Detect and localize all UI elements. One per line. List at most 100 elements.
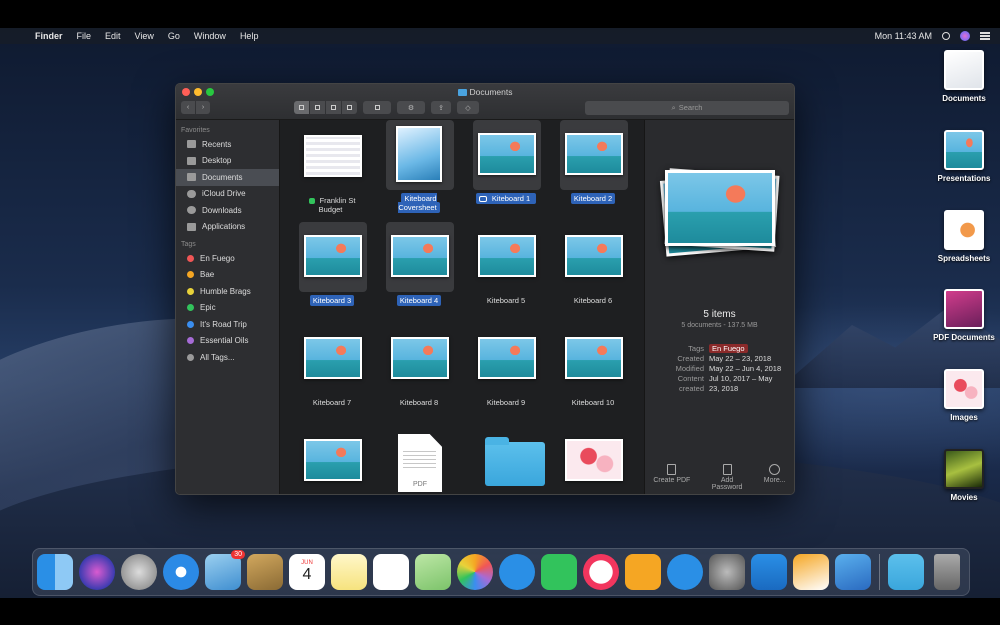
file-name: Kiteboard 1 — [488, 193, 534, 204]
photos-icon[interactable] — [457, 554, 493, 590]
icon-view-button[interactable] — [294, 101, 309, 114]
siri-icon[interactable] — [79, 554, 115, 590]
document-stack-icon — [944, 50, 984, 90]
search-field[interactable]: ⌕ Search — [585, 100, 789, 115]
file-item[interactable]: Franklin St Budget — [297, 122, 367, 218]
pdf-stack-icon — [944, 289, 984, 329]
menu-view[interactable]: View — [128, 31, 161, 41]
file-item[interactable]: Kiteboard 3 — [297, 222, 367, 318]
safari-icon[interactable] — [163, 554, 199, 590]
notes-icon[interactable] — [331, 554, 367, 590]
desktop-icon-documents[interactable]: Documents — [924, 50, 1000, 103]
file-item[interactable]: Kiteboard 5 — [471, 222, 541, 318]
forward-button[interactable]: › — [196, 101, 210, 114]
file-item[interactable]: PDF — [384, 426, 454, 494]
menu-window[interactable]: Window — [187, 31, 233, 41]
tag-button[interactable]: ◇ — [457, 101, 479, 114]
desktop-icon-pdf-documents[interactable]: PDF Documents — [924, 289, 1000, 342]
sidebar-tag-road-trip[interactable]: It's Road Trip — [176, 316, 279, 333]
sidebar-item-documents[interactable]: Documents — [176, 169, 279, 186]
maps-icon[interactable] — [415, 554, 451, 590]
column-view-button[interactable] — [326, 101, 341, 114]
messages-icon[interactable] — [499, 554, 535, 590]
file-item[interactable]: Kiteboard 4 — [384, 222, 454, 318]
sidebar-tag-essential-oils[interactable]: Essential Oils — [176, 333, 279, 350]
app-store-icon[interactable] — [667, 554, 703, 590]
desktop-icon-presentations[interactable]: Presentations — [924, 130, 1000, 183]
spotlight-icon[interactable] — [942, 32, 950, 40]
share-button[interactable]: ⇪ — [431, 101, 451, 114]
sidebar-tag-humble-brags[interactable]: Humble Brags — [176, 283, 279, 300]
preview-pane: 5 items 5 documents - 137.5 MB Tags En Fu… — [644, 120, 794, 494]
sidebar-item-applications[interactable]: Applications — [176, 219, 279, 236]
finder-icon[interactable] — [37, 554, 73, 590]
xcode-icon[interactable] — [835, 554, 871, 590]
file-item[interactable]: Kiteboard 10 — [558, 324, 628, 420]
lock-icon — [722, 464, 732, 475]
mail-icon[interactable]: 30 — [205, 550, 245, 590]
dock: 30 JUN 4 — [32, 548, 970, 596]
books-icon[interactable] — [625, 554, 661, 590]
file-item[interactable]: Kiteboard 7 — [297, 324, 367, 420]
menu-clock[interactable]: Mon 11:43 AM — [875, 31, 932, 41]
photo-thumbnail — [480, 237, 534, 275]
notification-center-icon[interactable] — [980, 32, 990, 40]
file-name: Kiteboard 3 — [309, 295, 355, 306]
menu-go[interactable]: Go — [161, 31, 187, 41]
desktop-icon-label: Images — [950, 413, 978, 422]
desktop-icon-spreadsheets[interactable]: Spreadsheets — [924, 210, 1000, 263]
photo-thumbnail — [306, 441, 360, 479]
calendar-icon[interactable]: JUN 4 — [289, 554, 325, 590]
desktop-icon-movies[interactable]: Movies — [924, 449, 1000, 502]
menu-finder[interactable]: Finder — [28, 31, 70, 41]
file-item[interactable]: Kiteboard 6 — [558, 222, 628, 318]
file-item[interactable]: Kiteboard 2 — [558, 120, 628, 216]
keynote-icon[interactable] — [751, 554, 787, 590]
desktop-icon-label: Movies — [950, 493, 978, 502]
title-bar[interactable]: Documents ‹ › ⚙ ⇪ ◇ ⌕ Search — [176, 84, 794, 120]
add-password-button[interactable]: Add Password — [707, 464, 747, 491]
system-preferences-icon[interactable] — [709, 554, 745, 590]
pdf-icon — [667, 464, 677, 475]
reminders-icon[interactable] — [373, 554, 409, 590]
action-button[interactable]: ⚙ — [397, 101, 425, 114]
sidebar-item-desktop[interactable]: Desktop — [176, 153, 279, 170]
facetime-icon[interactable] — [541, 554, 577, 590]
menu-file[interactable]: File — [70, 31, 99, 41]
pages-icon[interactable] — [793, 554, 829, 590]
file-item[interactable] — [297, 426, 367, 494]
tag-dot-icon — [187, 287, 194, 295]
file-item[interactable] — [558, 426, 628, 494]
preview-stack-image — [657, 164, 781, 257]
menu-help[interactable]: Help — [233, 31, 266, 41]
launchpad-icon[interactable] — [121, 554, 157, 590]
music-icon[interactable] — [583, 554, 619, 590]
sidebar-all-tags[interactable]: All Tags... — [176, 349, 279, 366]
file-item[interactable]: Kiteboard 1 — [471, 120, 541, 216]
contacts-icon[interactable] — [247, 554, 283, 590]
sidebar-item-recents[interactable]: Recents — [176, 136, 279, 153]
sidebar-tag-bae[interactable]: Bae — [176, 267, 279, 284]
list-view-button[interactable] — [310, 101, 325, 114]
file-item[interactable]: Kiteboard 9 — [471, 324, 541, 420]
gallery-view-button[interactable] — [342, 101, 357, 114]
create-pdf-button[interactable]: Create PDF — [653, 464, 690, 491]
red-tag-dot — [478, 196, 487, 202]
file-item[interactable]: Kiteboard Coversheet — [384, 120, 454, 216]
more-button[interactable]: More... — [764, 464, 786, 491]
tag-chip[interactable]: En Fuego — [709, 344, 748, 353]
siri-icon[interactable] — [960, 31, 970, 41]
file-item[interactable]: Kiteboard 8 — [384, 324, 454, 420]
preview-title: 5 items — [703, 309, 736, 320]
trash-icon[interactable] — [934, 554, 960, 590]
group-by-button[interactable] — [363, 101, 391, 114]
menu-edit[interactable]: Edit — [98, 31, 128, 41]
desktop-icon-images[interactable]: Images — [924, 369, 1000, 422]
file-item[interactable] — [471, 426, 545, 494]
downloads-folder-icon[interactable] — [888, 554, 924, 590]
sidebar-tag-epic[interactable]: Epic — [176, 300, 279, 317]
back-button[interactable]: ‹ — [181, 101, 195, 114]
sidebar-item-icloud-drive[interactable]: iCloud Drive — [176, 186, 279, 203]
sidebar-item-downloads[interactable]: Downloads — [176, 202, 279, 219]
sidebar-tag-en-fuego[interactable]: En Fuego — [176, 250, 279, 267]
